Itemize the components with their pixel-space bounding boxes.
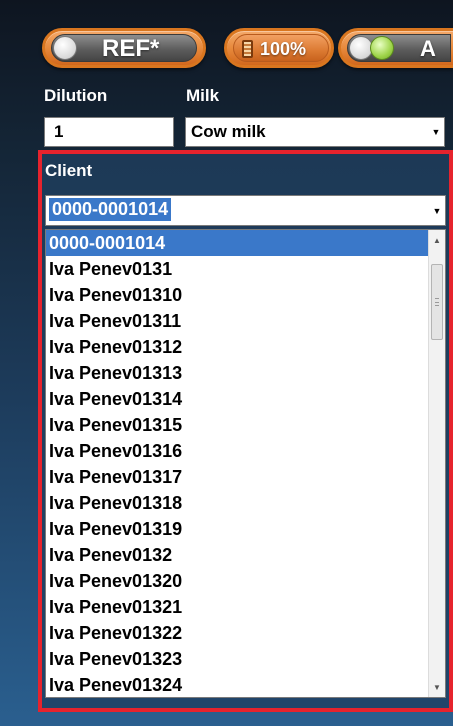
- client-option[interactable]: Iva Penev01322: [46, 620, 445, 646]
- toggle-knob-icon: [53, 36, 77, 60]
- chevron-down-icon[interactable]: ▼: [428, 118, 444, 146]
- scrollbar-thumb[interactable]: [431, 264, 443, 340]
- client-option[interactable]: Iva Penev01312: [46, 334, 445, 360]
- client-option[interactable]: Iva Penev01315: [46, 412, 445, 438]
- client-option[interactable]: Iva Penev01314: [46, 386, 445, 412]
- client-option[interactable]: Iva Penev01318: [46, 490, 445, 516]
- client-option[interactable]: Iva Penev01320: [46, 568, 445, 594]
- client-option[interactable]: 0000-0001014: [46, 230, 445, 256]
- dilution-value: 1: [54, 122, 64, 141]
- client-option[interactable]: Iva Penev01319: [46, 516, 445, 542]
- client-option[interactable]: Iva Penev01321: [46, 594, 445, 620]
- client-option[interactable]: Iva Penev01317: [46, 464, 445, 490]
- client-selected-value: 0000-0001014: [49, 198, 172, 221]
- list-scrollbar[interactable]: ▲ ▼: [428, 230, 445, 697]
- dilution-input[interactable]: 1: [44, 117, 174, 147]
- milk-select[interactable]: Cow milk ▼: [185, 117, 445, 147]
- milk-label: Milk: [186, 86, 220, 105]
- client-option[interactable]: Iva Penev01324: [46, 672, 445, 697]
- client-options: 0000-0001014 Iva Penev0131 Iva Penev01310 I…: [46, 230, 445, 697]
- client-option[interactable]: Iva Penev01310: [46, 282, 445, 308]
- zoom-button[interactable]: 100%: [224, 28, 334, 68]
- arrow-up-icon[interactable]: ▲: [429, 232, 445, 248]
- ref-label: REF*: [102, 35, 160, 62]
- client-option[interactable]: Iva Penev0132: [46, 542, 445, 568]
- client-select[interactable]: 0000-0001014 ▼: [45, 195, 446, 226]
- a-label: A: [420, 36, 436, 61]
- arrow-down-icon[interactable]: ▼: [429, 679, 445, 695]
- ref-toggle-switch: REF*: [51, 34, 197, 62]
- battery-icon: [242, 40, 253, 58]
- zoom-button-face: 100%: [233, 34, 329, 62]
- toggle-on-icon: [370, 36, 394, 60]
- client-option[interactable]: Iva Penev01316: [46, 438, 445, 464]
- zoom-label: 100%: [260, 39, 307, 59]
- a-toggle-button[interactable]: A: [338, 28, 453, 68]
- dilution-label: Dilution: [44, 86, 108, 105]
- client-label: Client: [45, 161, 93, 180]
- client-option[interactable]: Iva Penev01311: [46, 308, 445, 334]
- client-option[interactable]: Iva Penev01313: [46, 360, 445, 386]
- ref-toggle-button[interactable]: REF*: [42, 28, 206, 68]
- a-toggle-switch: A: [347, 34, 451, 62]
- client-option[interactable]: Iva Penev01323: [46, 646, 445, 672]
- milk-value: Cow milk: [191, 122, 266, 141]
- client-option[interactable]: Iva Penev0131: [46, 256, 445, 282]
- chevron-down-icon[interactable]: ▼: [429, 196, 445, 225]
- grip-icon: [435, 298, 439, 306]
- client-dropdown-list[interactable]: 0000-0001014 Iva Penev0131 Iva Penev01310 I…: [45, 229, 446, 698]
